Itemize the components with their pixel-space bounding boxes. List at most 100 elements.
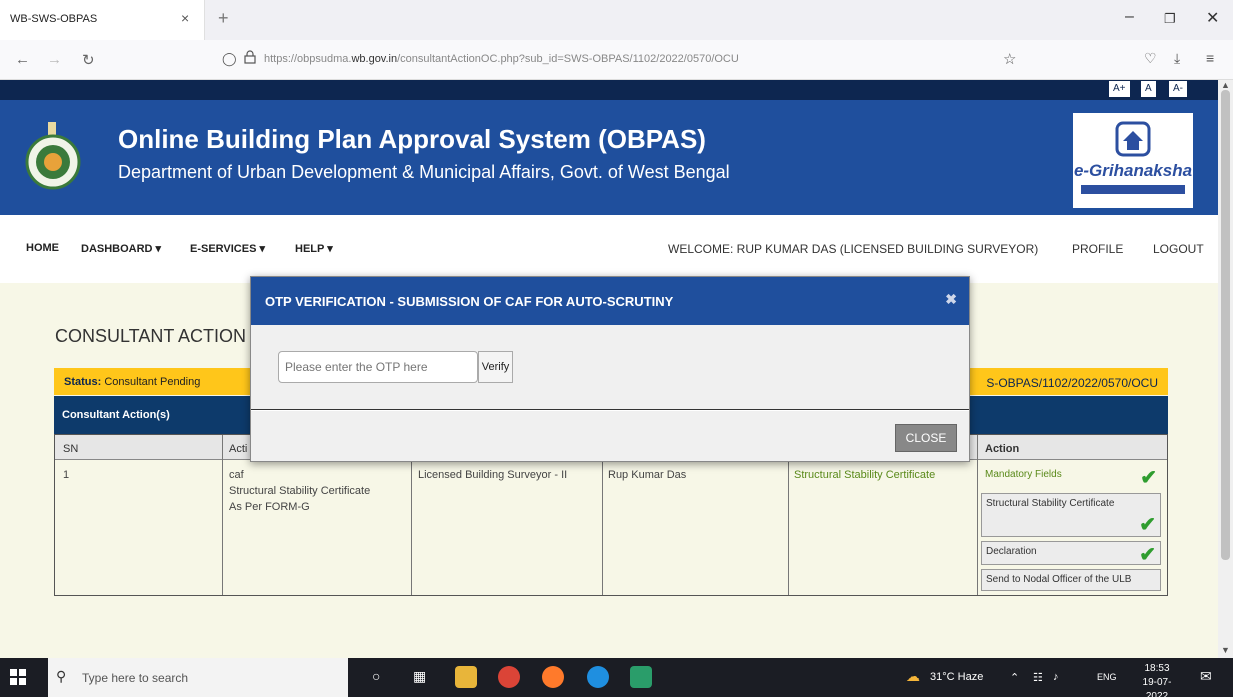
reload-icon[interactable]: ↻: [82, 51, 95, 69]
url-prefix: https://obpsudma.: [264, 53, 352, 65]
minimize-icon[interactable]: –: [1125, 8, 1134, 26]
bookmark-star-icon[interactable]: ☆: [1003, 50, 1016, 68]
language-indicator[interactable]: ENG: [1097, 672, 1117, 682]
weather-icon[interactable]: ☁: [906, 668, 920, 685]
mandatory-fields-link[interactable]: Mandatory Fields ✔: [981, 465, 1161, 489]
scroll-down-icon[interactable]: ▼: [1221, 645, 1230, 655]
nav-help[interactable]: HELP ▾: [295, 242, 333, 255]
consultant-actions-label: Consultant Action(s): [62, 409, 170, 421]
nav-home[interactable]: HOME: [26, 242, 59, 254]
row-document-link[interactable]: Structural Stability Certificate: [794, 469, 935, 481]
declaration-label: Declaration: [986, 546, 1037, 557]
check-icon: ✔: [1140, 467, 1157, 489]
status-label: Status:: [64, 376, 102, 388]
send-to-nodal-officer-label: Send to Nodal Officer of the ULB: [986, 574, 1132, 585]
download-icon[interactable]: ⤓: [1174, 50, 1180, 67]
send-to-nodal-officer-button[interactable]: Send to Nodal Officer of the ULB: [981, 569, 1161, 591]
search-icon: ⚲: [56, 668, 67, 684]
site-header: [0, 100, 1218, 215]
modal-body: Verify: [251, 325, 969, 410]
row-activity-form: As Per FORM-G: [229, 501, 310, 513]
weather-text[interactable]: 31°C Haze: [930, 671, 983, 683]
row-name: Rup Kumar Das: [608, 469, 687, 481]
row-activity-name: Structural Stability Certificate: [229, 485, 371, 497]
header-action: Action: [985, 443, 1020, 455]
lock-icon[interactable]: [244, 50, 256, 64]
row-sn: 1: [63, 469, 70, 481]
nav-profile[interactable]: PROFILE: [1072, 242, 1123, 256]
nav-dashboard[interactable]: DASHBOARD ▾: [81, 242, 161, 255]
cortana-icon[interactable]: ○: [372, 668, 380, 684]
row-activity-type: caf: [229, 469, 244, 481]
tab-title: WB-SWS-OBPAS: [10, 13, 98, 25]
nav-eservices[interactable]: E-SERVICES ▾: [190, 242, 265, 255]
excel-icon[interactable]: [630, 666, 652, 688]
modal-header: OTP VERIFICATION - SUBMISSION OF CAF FOR…: [251, 277, 969, 325]
otp-verification-modal: OTP VERIFICATION - SUBMISSION OF CAF FOR…: [250, 276, 970, 462]
col-divider: [222, 435, 223, 595]
clock-time: 18:53: [1144, 663, 1170, 674]
pocket-icon[interactable]: ♡: [1144, 50, 1157, 67]
tray-expand-icon[interactable]: ⌃: [1010, 671, 1019, 684]
check-icon: ✔: [1139, 514, 1156, 536]
search-placeholder: Type here to search: [82, 671, 189, 685]
new-tab-icon[interactable]: +: [218, 8, 229, 29]
main-nav: HOME DASHBOARD ▾ E-SERVICES ▾ HELP ▾ WEL…: [0, 215, 1218, 283]
maximize-icon[interactable]: ❐: [1164, 11, 1176, 27]
chrome-icon[interactable]: [498, 666, 520, 688]
url-domain: wb.gov.in: [351, 53, 398, 65]
browser-tab-bar: WB-SWS-OBPAS × + – ❐ ✕: [0, 0, 1233, 40]
row-role: Licensed Building Surveyor - II: [418, 469, 568, 481]
font-normal-button[interactable]: A: [1141, 81, 1156, 97]
font-increase-button[interactable]: A+: [1109, 81, 1130, 97]
modal-title: OTP VERIFICATION - SUBMISSION OF CAF FOR…: [265, 294, 674, 309]
page-scrollbar[interactable]: ▲ ▼: [1218, 80, 1233, 658]
mandatory-fields-label: Mandatory Fields: [985, 469, 1062, 480]
logo-strip: [1081, 185, 1185, 194]
task-view-icon[interactable]: ▦: [413, 668, 426, 685]
font-decrease-button[interactable]: A-: [1169, 81, 1187, 97]
e-grihanaksha-logo: e-Grihanaksha: [1073, 113, 1193, 208]
web-page: A+ A A- Online Building Plan Approval Sy…: [0, 80, 1218, 658]
structural-stability-button[interactable]: Structural Stability Certificate ✔: [981, 493, 1161, 537]
house-logo-icon: [1115, 121, 1151, 157]
clock-date: 19-07-2022: [1142, 677, 1172, 697]
url-path: /consultantActionOC.php?sub_id=SWS-OBPAS…: [397, 53, 739, 65]
welcome-text: WELCOME: RUP KUMAR DAS (LICENSED BUILDIN…: [668, 242, 1039, 256]
network-icon[interactable]: ☷: [1033, 671, 1043, 684]
modal-close-icon[interactable]: ✖: [945, 291, 957, 308]
verify-button[interactable]: Verify: [478, 351, 513, 383]
tab-close-icon[interactable]: ×: [181, 10, 189, 26]
top-strip: A+ A A-: [0, 80, 1218, 100]
check-icon: ✔: [1139, 544, 1156, 566]
url-field[interactable]: https://obpsudma.wb.gov.in/consultantAct…: [264, 53, 739, 65]
back-icon[interactable]: ←: [15, 51, 30, 68]
west-bengal-emblem-icon: [25, 122, 81, 190]
close-window-icon[interactable]: ✕: [1206, 8, 1219, 28]
header-sn: SN: [63, 443, 79, 455]
close-button[interactable]: CLOSE: [895, 424, 957, 452]
windows-start-icon[interactable]: [10, 669, 26, 685]
scroll-thumb[interactable]: [1221, 90, 1230, 560]
windows-taskbar: ⚲ Type here to search ○ ▦ ☁ 31°C Haze ⌃ …: [0, 658, 1233, 697]
edge-icon[interactable]: [587, 666, 609, 688]
site-title: Online Building Plan Approval System (OB…: [118, 124, 706, 154]
nav-logout[interactable]: LOGOUT: [1153, 242, 1204, 256]
taskbar-search[interactable]: ⚲ Type here to search: [48, 658, 348, 697]
declaration-button[interactable]: Declaration ✔: [981, 541, 1161, 566]
notification-icon[interactable]: ✉: [1200, 668, 1212, 685]
modal-footer: CLOSE: [251, 411, 969, 461]
forward-icon[interactable]: →: [47, 51, 62, 68]
site-subtitle: Department of Urban Development & Munici…: [118, 162, 730, 182]
otp-input[interactable]: [278, 351, 478, 383]
scroll-up-icon[interactable]: ▲: [1221, 80, 1230, 90]
browser-tab[interactable]: WB-SWS-OBPAS ×: [0, 0, 205, 40]
system-clock[interactable]: 18:53 19-07-2022: [1132, 662, 1182, 697]
file-explorer-icon[interactable]: [455, 666, 477, 688]
menu-icon[interactable]: ≡: [1206, 50, 1214, 66]
firefox-icon[interactable]: [542, 666, 564, 688]
volume-icon[interactable]: ♪: [1053, 671, 1059, 683]
application-id: S-OBPAS/1102/2022/0570/OCU: [986, 376, 1158, 390]
tracking-shield-icon[interactable]: ◯: [222, 51, 237, 67]
page-title: CONSULTANT ACTION: [55, 326, 247, 346]
